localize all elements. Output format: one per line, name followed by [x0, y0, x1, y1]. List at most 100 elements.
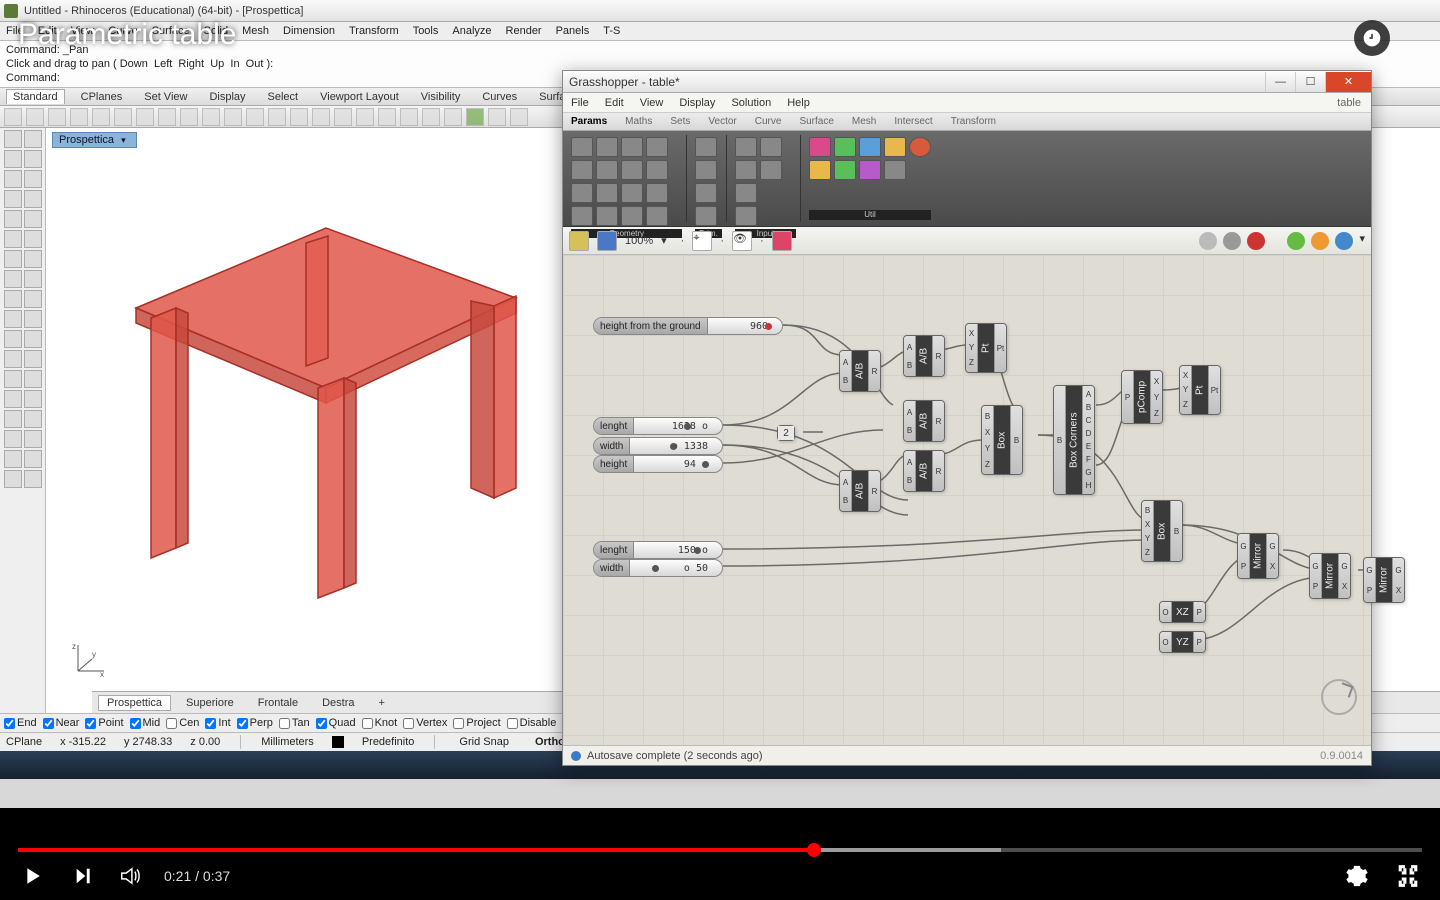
node-boxcorners[interactable]: BBox Corners ABCDEFGH: [1053, 385, 1095, 495]
gh-menu-help[interactable]: Help: [787, 97, 810, 109]
ltb-line-icon[interactable]: [4, 150, 22, 168]
ltb-circle-icon[interactable]: [24, 170, 42, 188]
osnap-project-check[interactable]: [453, 718, 464, 729]
ghtab-maths[interactable]: Maths: [625, 116, 652, 127]
tool-zoomwin-icon[interactable]: [246, 108, 264, 126]
node-div-3[interactable]: ABA/BR: [903, 400, 945, 442]
tool-zoomsel-icon[interactable]: [290, 108, 308, 126]
gh-menu-edit[interactable]: Edit: [605, 97, 624, 109]
gh-settings-dd-icon[interactable]: ▾: [1359, 232, 1365, 250]
ltb-lasso-icon[interactable]: [24, 130, 42, 148]
status-layer[interactable]: Predefinito: [362, 736, 415, 748]
gh-menubar[interactable]: File Edit View Display Solution Help tab…: [563, 93, 1371, 113]
osnap-cen-check[interactable]: [166, 718, 177, 729]
gh-close-button[interactable]: ✕: [1325, 72, 1371, 92]
osnap-near[interactable]: Near: [43, 717, 80, 729]
ltb-polygon-icon[interactable]: [24, 210, 42, 228]
slider-width2[interactable]: width o 50: [593, 559, 723, 577]
ltb-solid-icon[interactable]: [24, 230, 42, 248]
viewport-name-tab[interactable]: Prospettica ▾: [52, 132, 137, 148]
ltb-loft-icon[interactable]: [4, 410, 22, 428]
ltb-split-icon[interactable]: [4, 310, 22, 328]
tool-open-icon[interactable]: [26, 108, 44, 126]
tool-zoomext-icon[interactable]: [268, 108, 286, 126]
vtab-prospettica[interactable]: Prospettica: [98, 695, 171, 711]
menu-tools[interactable]: Tools: [413, 25, 439, 37]
slider-lenght2[interactable]: lenght 150 o: [593, 541, 723, 559]
ltb-mesh-icon[interactable]: [4, 250, 22, 268]
node-const-2[interactable]: 2: [777, 425, 795, 441]
tool-print-icon[interactable]: [70, 108, 88, 126]
ltb-light-icon[interactable]: [24, 450, 42, 468]
gh-solver-on-icon[interactable]: [1287, 232, 1305, 250]
osnap-mid[interactable]: Mid: [130, 717, 161, 729]
gh-sketch-icon[interactable]: [772, 231, 792, 251]
slider-lenght1[interactable]: lenght 1628 o: [593, 417, 723, 435]
ghtab-mesh[interactable]: Mesh: [852, 116, 876, 127]
osnap-perp[interactable]: Perp: [237, 717, 273, 729]
exit-fullscreen-icon[interactable]: [1394, 862, 1422, 890]
osnap-vertex[interactable]: Vertex: [403, 717, 447, 729]
ltb-offset-icon[interactable]: [4, 390, 22, 408]
tool-paste-icon[interactable]: [136, 108, 154, 126]
node-mirror-3[interactable]: GPMirrorGX: [1363, 557, 1405, 603]
ltb-help2-icon[interactable]: [24, 470, 42, 488]
viewport-dropdown-icon[interactable]: ▾: [121, 135, 126, 146]
video-progress-bar[interactable]: [18, 848, 1422, 852]
gh-preview-off-icon[interactable]: [1199, 232, 1217, 250]
ltb-rect-icon[interactable]: [24, 190, 42, 208]
video-scrubber[interactable]: [807, 843, 821, 857]
osnap-end[interactable]: End: [4, 717, 37, 729]
gh-menu-solution[interactable]: Solution: [731, 97, 771, 109]
menu-analyze[interactable]: Analyze: [452, 25, 491, 37]
ltb-scale-icon[interactable]: [24, 350, 42, 368]
gh-solver-lock-icon[interactable]: [1311, 232, 1329, 250]
tool-save-icon[interactable]: [48, 108, 66, 126]
tool-new-icon[interactable]: [4, 108, 22, 126]
ghtab-params[interactable]: Params: [571, 116, 607, 127]
gh-zoomfit-icon[interactable]: ⌖: [692, 231, 712, 251]
node-box-1[interactable]: BXYZBoxB: [981, 405, 1023, 475]
osnap-vertex-check[interactable]: [403, 718, 414, 729]
gh-preview-shaded-icon[interactable]: [1247, 232, 1265, 250]
slider-width2-handle[interactable]: [652, 565, 659, 572]
tool-render-icon[interactable]: [378, 108, 396, 126]
grasshopper-window[interactable]: Grasshopper - table* — ☐ ✕ File Edit Vie…: [562, 70, 1372, 766]
ltb-sweep-icon[interactable]: [24, 410, 42, 428]
toggle-gridsnap[interactable]: Grid Snap: [455, 736, 513, 748]
gh-menu-display[interactable]: Display: [679, 97, 715, 109]
ltb-boolean-icon[interactable]: [4, 430, 22, 448]
ltb-analysis-icon[interactable]: [24, 430, 42, 448]
ghtab-transform[interactable]: Transform: [951, 116, 996, 127]
gh-preview-wire-icon[interactable]: [1223, 232, 1241, 250]
gh-ribbon[interactable]: Geometry Prim. Input: [563, 131, 1371, 227]
vtab-superiore[interactable]: Superiore: [177, 695, 243, 711]
tool-help-icon[interactable]: [510, 108, 528, 126]
tbtab-display[interactable]: Display: [203, 90, 251, 104]
tbtab-cplanes[interactable]: CPlanes: [75, 90, 129, 104]
ltb-polyline-icon[interactable]: [24, 150, 42, 168]
node-div-1[interactable]: ABA/BR: [839, 350, 881, 392]
slider-width1[interactable]: width o 1338: [593, 437, 723, 455]
gh-minimize-button[interactable]: —: [1265, 72, 1295, 92]
gh-menu-file[interactable]: File: [571, 97, 589, 109]
osnap-int-check[interactable]: [205, 718, 216, 729]
gh-canvas[interactable]: height from the ground 960 lenght 1628 o…: [563, 255, 1371, 745]
slider-lenght2-handle[interactable]: [694, 547, 701, 554]
slider-lenght1-handle[interactable]: [684, 423, 691, 430]
slider-height-ground[interactable]: height from the ground 960: [593, 317, 783, 335]
gh-open-icon[interactable]: [569, 231, 589, 251]
osnap-disable-check[interactable]: [507, 718, 518, 729]
ghtab-intersect[interactable]: Intersect: [894, 116, 932, 127]
osnap-knot[interactable]: Knot: [362, 717, 398, 729]
volume-icon[interactable]: [116, 863, 142, 889]
ltb-pointer-icon[interactable]: [4, 130, 22, 148]
osnap-project[interactable]: Project: [453, 717, 500, 729]
slider-hfg-handle[interactable]: [765, 323, 772, 330]
tool-4views-icon[interactable]: [312, 108, 330, 126]
tool-cut-icon[interactable]: [92, 108, 110, 126]
ghtab-vector[interactable]: Vector: [708, 116, 736, 127]
gh-zoom-value[interactable]: 100%: [625, 235, 653, 247]
node-xz[interactable]: OXZP: [1159, 601, 1206, 623]
menu-mesh[interactable]: Mesh: [242, 25, 269, 37]
